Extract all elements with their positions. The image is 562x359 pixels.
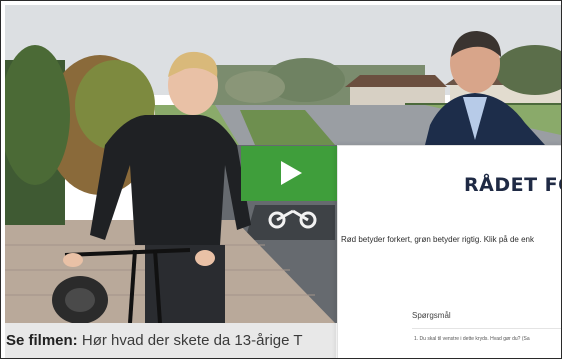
- quiz-document: RÅDET FOR Rød betyder forkert, grøn bety…: [337, 145, 561, 358]
- question-item[interactable]: 1. Du skal til venstre i dette kryds. Hv…: [414, 336, 530, 342]
- page-frame: Se filmen: Hør hvad der skete da 13-årig…: [0, 0, 562, 359]
- video-caption[interactable]: Se filmen: Hør hvad der skete da 13-årig…: [5, 323, 336, 358]
- document-title: RÅDET FOR: [464, 174, 561, 196]
- caption-lead: Se filmen:: [6, 332, 78, 349]
- caption-text: Hør hvad der skete da 13-årige T: [77, 332, 303, 349]
- divider: [412, 328, 561, 329]
- questions-heading: Spørgsmål: [412, 311, 451, 320]
- play-button[interactable]: [241, 146, 340, 201]
- document-intro: Rød betyder forkert, grøn betyder rigtig…: [341, 235, 534, 244]
- play-icon: [281, 161, 302, 185]
